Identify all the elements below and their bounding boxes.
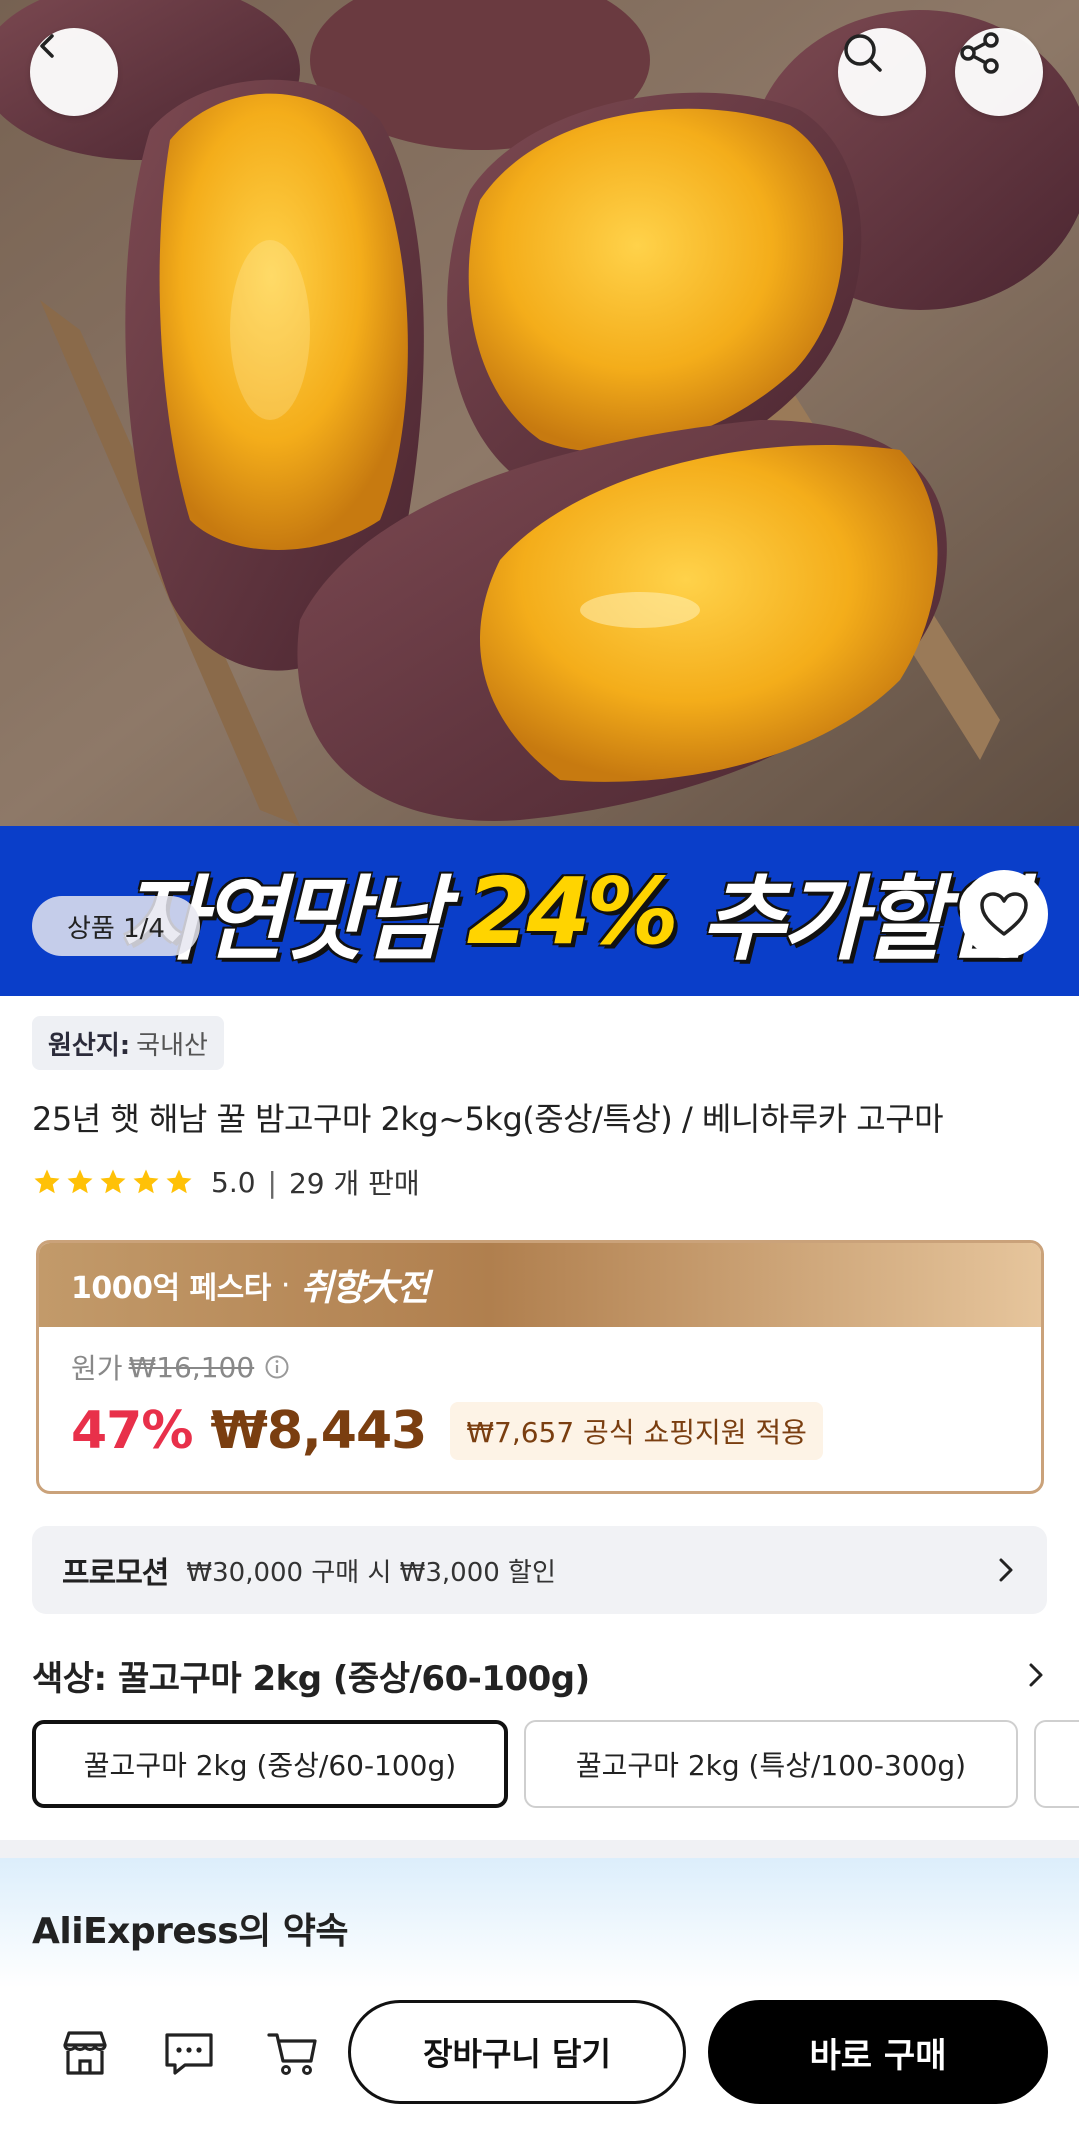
discount-percent: 47% <box>71 1401 193 1461</box>
color-option-1[interactable]: 꿀고구마 2kg (중상/60-100g) <box>32 1720 508 1808</box>
star-icon <box>166 1169 192 1194</box>
original-price-label: 원가 <box>71 1352 123 1385</box>
back-arrow-icon <box>40 34 54 58</box>
star-icon <box>100 1169 126 1194</box>
section-divider <box>0 1840 1079 1858</box>
promotion-label: 프로모션 <box>62 1556 169 1591</box>
chevron-right-icon <box>995 1555 1017 1585</box>
color-label: 색상: 꿀고구마 2kg (중상/60-100g) <box>32 1658 590 1699</box>
promise-title: AliExpress의 약속 <box>32 1911 349 1952</box>
chevron-right-icon <box>1025 1660 1047 1690</box>
cart-icon <box>267 2033 317 2075</box>
star-icon <box>67 1169 93 1194</box>
color-option-3[interactable] <box>1034 1720 1079 1808</box>
product-image[interactable] <box>0 0 1079 826</box>
coupon-badge: ₩7,657 공식 쇼핑지원 적용 <box>450 1402 823 1460</box>
rating-row[interactable]: 5.0 | 29 개 판매 <box>32 1162 420 1202</box>
sale-price: ₩8,443 <box>210 1401 427 1461</box>
chat-button[interactable] <box>154 2018 224 2088</box>
origin-label: 원산지: <box>48 1030 131 1061</box>
cart-button[interactable] <box>258 2018 328 2088</box>
add-to-cart-button[interactable]: 장바구니 담기 <box>348 2000 686 2104</box>
product-title: 25년 햇 해남 꿀 밤고구마 2kg~5kg(중상/특상) / 베니하루카 고… <box>32 1100 944 1138</box>
festa-dot: · <box>280 1267 291 1303</box>
original-price: ₩16,100 <box>128 1350 255 1384</box>
image-page-indicator: 상품 1/4 <box>32 896 200 956</box>
sold-count: 29 개 판매 <box>288 1167 420 1200</box>
star-icon <box>133 1169 159 1194</box>
wishlist-button[interactable] <box>960 870 1048 958</box>
bottom-action-bar: 장바구니 담기 바로 구매 <box>0 1988 1079 2130</box>
promise-section: AliExpress의 약속 <box>0 1858 1079 1988</box>
search-button[interactable] <box>838 28 926 116</box>
back-button[interactable] <box>30 28 118 116</box>
store-button[interactable] <box>50 2018 120 2088</box>
festa-label: 1000억 페스타 <box>71 1271 271 1306</box>
sweet-potato-photo <box>0 0 1079 826</box>
original-price-row: 원가 ₩16,100 <box>71 1347 290 1387</box>
origin-tag: 원산지: 국내산 <box>32 1016 224 1070</box>
sale-price-row: 47% ₩8,443 ₩7,657 공식 쇼핑지원 적용 <box>71 1401 823 1461</box>
price-card: 1000억 페스타 · 취향大전 원가 ₩16,100 47% ₩8,443 ₩… <box>36 1240 1044 1494</box>
promotion-row[interactable]: 프로모션 ₩30,000 구매 시 ₩3,000 할인 <box>32 1526 1047 1614</box>
heart-icon <box>980 892 1028 936</box>
buy-now-button[interactable]: 바로 구매 <box>708 2000 1048 2104</box>
chat-icon <box>165 2033 213 2075</box>
share-button[interactable] <box>955 28 1043 116</box>
color-options: 꿀고구마 2kg (중상/60-100g) 꿀고구마 2kg (특상/100-3… <box>32 1720 1079 1810</box>
banner-headline: 자연맛남 24% 추가할인 <box>120 846 1027 976</box>
promotion-text: ₩30,000 구매 시 ₩3,000 할인 <box>186 1557 556 1588</box>
rating-value: 5.0 <box>211 1165 256 1199</box>
store-icon <box>63 2031 107 2075</box>
festa-logo: 취향大전 <box>300 1268 429 1309</box>
rating-separator: | <box>267 1165 277 1199</box>
rating-stars <box>32 1167 197 1197</box>
color-selector-header[interactable]: 색상: 꿀고구마 2kg (중상/60-100g) <box>32 1648 1047 1702</box>
color-option-2[interactable]: 꿀고구마 2kg (특상/100-300g) <box>524 1720 1018 1808</box>
info-icon[interactable] <box>264 1354 290 1380</box>
search-icon <box>844 34 882 72</box>
origin-value: 국내산 <box>136 1030 208 1061</box>
banner-text-percent: 24% <box>466 857 679 965</box>
star-icon <box>34 1169 60 1194</box>
festa-header: 1000억 페스타 · 취향大전 <box>39 1243 1041 1327</box>
share-icon <box>960 32 999 74</box>
